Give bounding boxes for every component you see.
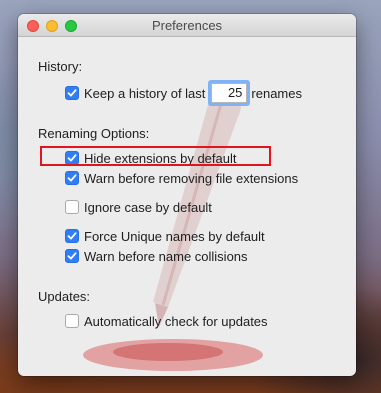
history-row: Keep a history of last 25 renames <box>65 83 302 103</box>
option-warn-removing-extensions[interactable]: Warn before removing file extensions <box>65 169 298 187</box>
checkmark-icon <box>67 174 77 182</box>
force-unique-checkbox[interactable] <box>65 229 79 243</box>
warn-removing-extensions-label: Warn before removing file extensions <box>84 170 299 186</box>
window-title: Preferences <box>151 18 223 33</box>
renaming-section-title: Renaming Options: <box>38 126 150 141</box>
force-unique-label: Force Unique names by default <box>84 228 265 244</box>
checkmark-icon <box>67 89 77 97</box>
ignore-case-checkbox[interactable] <box>65 200 79 214</box>
option-force-unique[interactable]: Force Unique names by default <box>65 227 265 245</box>
auto-update-checkbox[interactable] <box>65 314 79 328</box>
option-warn-collisions[interactable]: Warn before name collisions <box>65 247 248 265</box>
option-ignore-case[interactable]: Ignore case by default <box>65 198 212 216</box>
option-auto-update[interactable]: Automatically check for updates <box>65 312 268 330</box>
updates-section-title: Updates: <box>38 289 91 304</box>
ignore-case-label: Ignore case by default <box>84 199 212 215</box>
history-count-field[interactable]: 25 <box>211 83 248 103</box>
preferences-content: History: Keep a history of last 25 renam… <box>18 37 356 376</box>
checkmark-icon <box>67 252 77 260</box>
warn-removing-extensions-checkbox[interactable] <box>65 171 79 185</box>
history-section-title: History: <box>38 59 83 74</box>
keep-history-label: Keep a history of last <box>84 85 206 101</box>
auto-update-label: Automatically check for updates <box>84 313 268 329</box>
renames-label: renames <box>251 85 302 101</box>
warn-collisions-checkbox[interactable] <box>65 249 79 263</box>
highlight-box <box>40 146 271 166</box>
preferences-window: Preferences History: Keep a history of l… <box>18 14 356 376</box>
checkmark-icon <box>67 232 77 240</box>
warn-collisions-label: Warn before name collisions <box>84 248 248 264</box>
keep-history-checkbox[interactable] <box>65 86 79 100</box>
title-bar: Preferences <box>18 14 356 37</box>
